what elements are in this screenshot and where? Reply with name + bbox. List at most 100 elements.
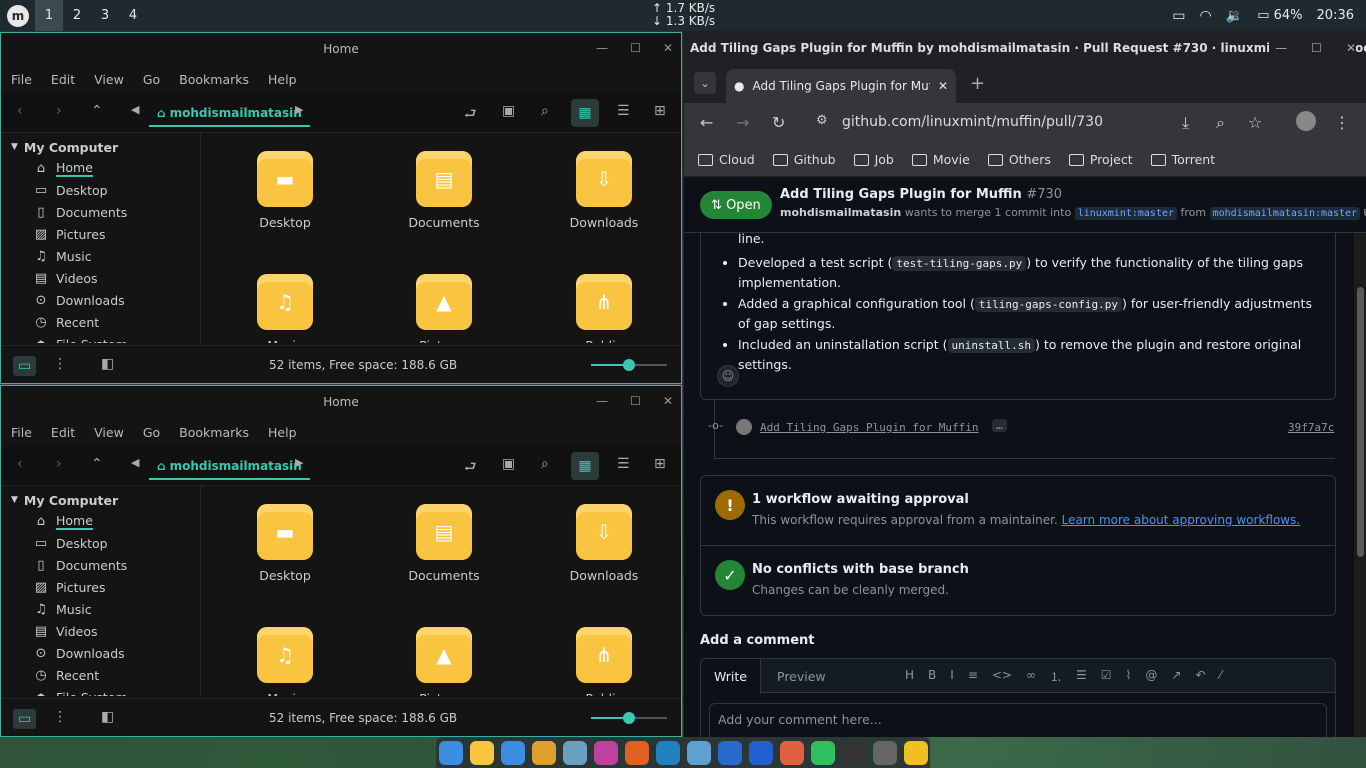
forward-icon[interactable]: › [56, 103, 62, 119]
crumb-right-icon[interactable]: ▶ [295, 103, 303, 116]
crumb-right-icon[interactable]: ▶ [295, 456, 303, 469]
base-branch[interactable]: linuxmint:master [1074, 207, 1178, 220]
display-icon[interactable]: ▭ [1172, 8, 1185, 24]
dock-app-icon[interactable] [872, 740, 897, 765]
dock-app-icon[interactable] [810, 740, 835, 765]
minimize-button[interactable]: — [1275, 41, 1287, 55]
workspace-1[interactable]: 1 [35, 0, 63, 31]
reply-icon[interactable]: ↶ [1195, 668, 1205, 685]
commit-message[interactable]: Add Tiling Gaps Plugin for Muffin [760, 421, 979, 434]
zoom-knob[interactable] [623, 359, 635, 371]
bookmark-cloud[interactable]: Cloud [698, 152, 755, 167]
menu-help[interactable]: Help [268, 425, 297, 440]
bold-icon[interactable]: B [928, 668, 936, 685]
workflow-link[interactable]: Learn more about approving workflows. [1062, 513, 1301, 527]
search-icon[interactable]: ⌕ [541, 456, 549, 472]
sidebar-item-desktop[interactable]: ▭ Desktop [1, 532, 200, 554]
hide-sidebar-icon[interactable]: ◧ [101, 709, 114, 725]
bookmark-torrent[interactable]: Torrent [1150, 152, 1215, 167]
crumb-left-icon[interactable]: ◀ [131, 456, 139, 469]
search-icon[interactable]: ⌕ [541, 103, 549, 119]
sidebar-item-file-system[interactable]: ⏏ File System [1, 333, 200, 344]
sidebar-header[interactable]: ▼ My Computer [1, 490, 200, 510]
menu-file[interactable]: File [11, 425, 32, 440]
link-icon[interactable]: ∞ [1026, 668, 1036, 685]
site-info-icon[interactable]: ⚙ [816, 113, 828, 128]
sidebar-item-videos[interactable]: ▤ Videos [1, 267, 200, 289]
places-icon[interactable]: ▭ [13, 356, 37, 376]
dock-app-icon[interactable] [438, 740, 463, 765]
workspace-4[interactable]: 4 [119, 0, 147, 31]
menu-bookmarks[interactable]: Bookmarks [179, 72, 249, 87]
folder-downloads[interactable]: ⇩ Downloads [549, 151, 659, 230]
dock-app-icon[interactable] [531, 740, 556, 765]
folder-public[interactable]: ⋔ Public [549, 274, 659, 343]
close-button[interactable]: ✕ [1346, 41, 1356, 55]
icon-view-icon[interactable]: ▦ [571, 99, 599, 127]
tab-active[interactable]: ● Add Tiling Gaps Plugin for Muffin ✕ [726, 69, 956, 103]
terminal-icon[interactable]: ▣ [502, 103, 515, 119]
back-icon[interactable]: ← [700, 113, 713, 132]
zoom-slider[interactable] [591, 712, 667, 724]
back-icon[interactable]: ‹ [17, 456, 23, 472]
folder-pictures[interactable]: ▲ Pictures [389, 627, 499, 696]
menu-edit[interactable]: Edit [51, 425, 75, 440]
bookmark-project[interactable]: Project [1068, 152, 1133, 167]
new-tab-button[interactable]: + [970, 73, 985, 94]
folder-documents[interactable]: ▤ Documents [389, 151, 499, 230]
mention-icon[interactable]: @ [1145, 668, 1157, 685]
star-icon[interactable]: ☆ [1248, 113, 1262, 132]
folder-music[interactable]: ♫ Music [230, 627, 340, 696]
sidebar-item-recent[interactable]: ◷ Recent [1, 311, 200, 333]
head-branch[interactable]: mohdismailmatasin:master [1209, 207, 1361, 220]
sidebar-item-home[interactable]: ⌂ Home [1, 510, 200, 532]
bookmark-github[interactable]: Github [772, 152, 836, 167]
quote-icon[interactable]: ≡ [968, 668, 978, 685]
tree-icon[interactable]: ⋮ [53, 709, 67, 725]
install-icon[interactable]: ⤓ [1182, 113, 1189, 133]
dock-app-icon[interactable] [593, 740, 618, 765]
tab-search-button[interactable]: ⌄ [694, 72, 716, 94]
menu-icon[interactable]: ⋮ [1334, 113, 1350, 132]
mint-menu-icon[interactable]: m [7, 4, 29, 27]
attach-icon[interactable]: ⌇ [1126, 668, 1132, 685]
up-icon[interactable]: ⌃ [91, 103, 103, 119]
close-button[interactable]: ✕ [663, 41, 673, 55]
minimize-button[interactable]: — [596, 394, 608, 408]
scrollbar-thumb[interactable] [1357, 287, 1364, 557]
list-view-icon[interactable]: ☰ [617, 103, 630, 119]
zoom-knob[interactable] [623, 712, 635, 724]
dock-app-icon[interactable] [903, 740, 928, 765]
forward-icon[interactable]: → [736, 113, 749, 132]
comment-input[interactable]: Add your comment here... [709, 703, 1327, 737]
bookmark-job[interactable]: Job [853, 152, 894, 167]
dock-app-icon[interactable] [841, 740, 866, 765]
folder-music[interactable]: ♫ Music [230, 274, 340, 343]
tree-icon[interactable]: ⋮ [53, 356, 67, 372]
menu-bookmarks[interactable]: Bookmarks [179, 425, 249, 440]
places-icon[interactable]: ▭ [13, 709, 37, 729]
dock-app-icon[interactable] [562, 740, 587, 765]
workspace-3[interactable]: 3 [91, 0, 119, 31]
profile-avatar[interactable] [1296, 111, 1316, 131]
clock[interactable]: 20:36 [1317, 8, 1354, 23]
hide-sidebar-icon[interactable]: ◧ [101, 356, 114, 372]
workspace-2[interactable]: 2 [63, 0, 91, 31]
zoom-icon[interactable]: ⌕ [1216, 113, 1225, 133]
folder-desktop[interactable]: ▬ Desktop [230, 504, 340, 583]
dock-app-icon[interactable] [686, 740, 711, 765]
heading-icon[interactable]: H [905, 668, 914, 685]
toggle-location-icon[interactable]: ⮐ [464, 456, 477, 480]
folder-desktop[interactable]: ▬ Desktop [230, 151, 340, 230]
dock-app-icon[interactable] [748, 740, 773, 765]
menu-go[interactable]: Go [143, 72, 160, 87]
up-icon[interactable]: ⌃ [91, 456, 103, 472]
dock-app-icon[interactable] [717, 740, 742, 765]
sidebar-item-music[interactable]: ♫ Music [1, 245, 200, 267]
list-view-icon[interactable]: ☰ [617, 456, 630, 472]
back-icon[interactable]: ‹ [17, 103, 23, 119]
folder-documents[interactable]: ▤ Documents [389, 504, 499, 583]
tab-close-icon[interactable]: ✕ [938, 79, 948, 93]
sidebar-item-music[interactable]: ♫ Music [1, 598, 200, 620]
sidebar-item-pictures[interactable]: ▨ Pictures [1, 223, 200, 245]
